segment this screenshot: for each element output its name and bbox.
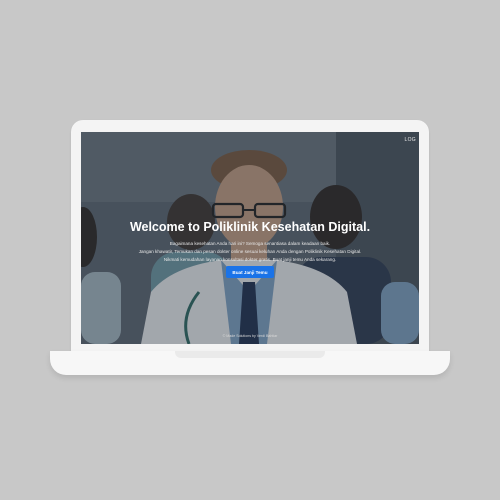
laptop-notch — [175, 351, 325, 358]
hero-line-2: Jangan khawatir, Temukan dan pesan dokte… — [138, 249, 362, 254]
book-appointment-button[interactable]: Buat Janji Temu — [226, 266, 274, 278]
laptop-screen: LOG Welcome to Poliklinik Kesehatan Digi… — [81, 132, 419, 344]
hero-line-1: Bagaimana kesehatan Anda hari ini? Semog… — [169, 241, 331, 246]
hero-overlay — [81, 132, 419, 344]
hero-title: Welcome to Poliklinik Kesehatan Digital. — [129, 220, 371, 234]
hero-line-3: Nikmati kemudahan layanan konsultasi dok… — [163, 257, 337, 262]
laptop-base — [50, 351, 450, 375]
footer-credit: © Made Solutions by Verdi Bahtiar — [222, 334, 278, 338]
login-link[interactable]: LOG — [405, 137, 416, 143]
hero-description: Bagaimana kesehatan Anda hari ini? Semog… — [81, 240, 419, 264]
